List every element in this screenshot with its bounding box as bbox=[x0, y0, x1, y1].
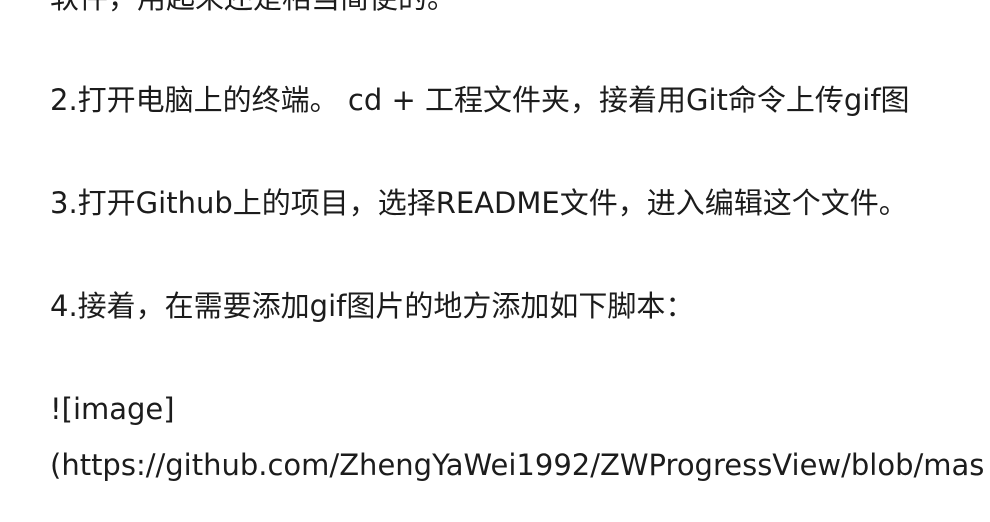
step-3-text: 3.打开Github上的项目，选择README文件，进入编辑这个文件。 bbox=[50, 186, 908, 220]
step-4-text: 4.接着，在需要添加gif图片的地方添加如下脚本： bbox=[50, 289, 695, 323]
step-2-text: 2.打开电脑上的终端。 cd + 工程文件夹，接着用Git命令上传gif图 bbox=[50, 83, 910, 117]
document-page: 软件，用起来还是相当简便的。 2.打开电脑上的终端。 cd + 工程文件夹，接着… bbox=[0, 0, 990, 522]
paragraph-line-partial: 软件，用起来还是相当简便的。 bbox=[50, 0, 456, 18]
markdown-image-url: (https://github.com/ZhengYaWei1992/ZWPro… bbox=[50, 448, 985, 482]
markdown-image-label: ![image] bbox=[50, 392, 175, 426]
